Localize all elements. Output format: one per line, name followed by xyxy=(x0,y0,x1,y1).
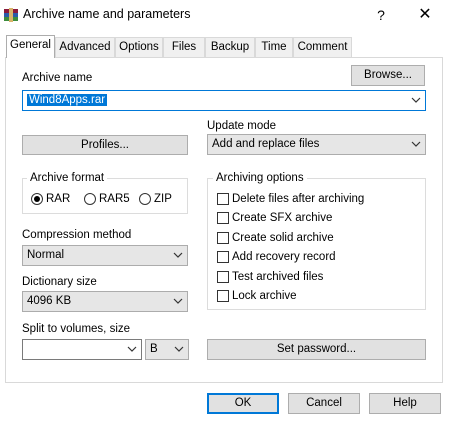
archiving-options-label: Archiving options xyxy=(213,172,307,184)
compression-method-select[interactable]: Normal xyxy=(22,245,188,266)
compression-method-value: Normal xyxy=(27,249,65,261)
dictionary-size-select[interactable]: 4096 KB xyxy=(22,291,188,312)
create-sfx-label: Create SFX archive xyxy=(232,212,333,224)
checkbox-recovery-record[interactable] xyxy=(217,251,229,263)
radio-rar-label: RAR xyxy=(46,193,71,205)
recovery-record-label: Add recovery record xyxy=(232,251,336,263)
set-password-button[interactable]: Set password... xyxy=(207,339,426,360)
checkbox-solid-archive[interactable] xyxy=(217,232,229,244)
checkbox-lock-archive[interactable] xyxy=(217,290,229,302)
update-mode-select[interactable]: Add and replace files xyxy=(207,134,426,155)
archive-name-value: Wind8Apps.rar xyxy=(27,94,108,106)
split-unit-select[interactable]: B xyxy=(145,339,189,360)
help-icon[interactable]: ? xyxy=(370,4,392,26)
chevron-down-icon[interactable] xyxy=(174,340,184,358)
solid-archive-label: Create solid archive xyxy=(232,232,334,244)
split-volumes-input[interactable] xyxy=(22,339,142,360)
delete-files-label: Delete files after archiving xyxy=(232,193,365,205)
archive-format-label: Archive format xyxy=(27,172,108,184)
tab-advanced[interactable]: Advanced xyxy=(55,37,115,57)
checkbox-create-sfx[interactable] xyxy=(217,212,229,224)
chevron-down-icon[interactable] xyxy=(411,91,421,109)
tab-options[interactable]: Options xyxy=(115,37,163,57)
chevron-down-icon[interactable] xyxy=(173,246,183,264)
checkbox-delete-files[interactable] xyxy=(217,193,229,205)
lock-archive-label: Lock archive xyxy=(232,290,297,302)
radio-zip[interactable] xyxy=(139,193,151,205)
update-mode-label: Update mode xyxy=(207,120,277,132)
split-volumes-label: Split to volumes, size xyxy=(22,323,131,335)
dictionary-size-label: Dictionary size xyxy=(22,276,97,288)
window-title: Archive name and parameters xyxy=(23,7,191,21)
winrar-app-icon xyxy=(3,7,19,23)
archive-name-input[interactable]: Wind8Apps.rar xyxy=(22,90,426,111)
tab-general[interactable]: General xyxy=(6,35,55,58)
split-unit-value: B xyxy=(150,343,158,355)
profiles-button[interactable]: Profiles... xyxy=(22,135,188,155)
radio-rar5[interactable] xyxy=(84,193,96,205)
dictionary-size-value: 4096 KB xyxy=(27,295,72,307)
tab-backup[interactable]: Backup xyxy=(205,37,255,57)
radio-rar[interactable] xyxy=(31,193,43,205)
close-icon[interactable]: ✕ xyxy=(414,4,436,26)
chevron-down-icon[interactable] xyxy=(173,292,183,310)
archive-name-label: Archive name xyxy=(22,72,93,84)
checkbox-test-files[interactable] xyxy=(217,271,229,283)
tab-time[interactable]: Time xyxy=(255,37,293,57)
tab-comment[interactable]: Comment xyxy=(293,37,352,57)
update-mode-value: Add and replace files xyxy=(212,138,320,150)
test-files-label: Test archived files xyxy=(232,271,324,283)
help-button[interactable]: Help xyxy=(369,393,441,414)
chevron-down-icon[interactable] xyxy=(411,135,421,153)
compression-method-label: Compression method xyxy=(22,229,132,241)
cancel-button[interactable]: Cancel xyxy=(288,393,360,414)
radio-zip-label: ZIP xyxy=(154,193,172,205)
chevron-down-icon[interactable] xyxy=(127,340,137,358)
ok-button[interactable]: OK xyxy=(207,393,279,414)
tab-files[interactable]: Files xyxy=(163,37,205,57)
browse-button[interactable]: Browse... xyxy=(351,65,425,86)
radio-rar5-label: RAR5 xyxy=(99,193,130,205)
